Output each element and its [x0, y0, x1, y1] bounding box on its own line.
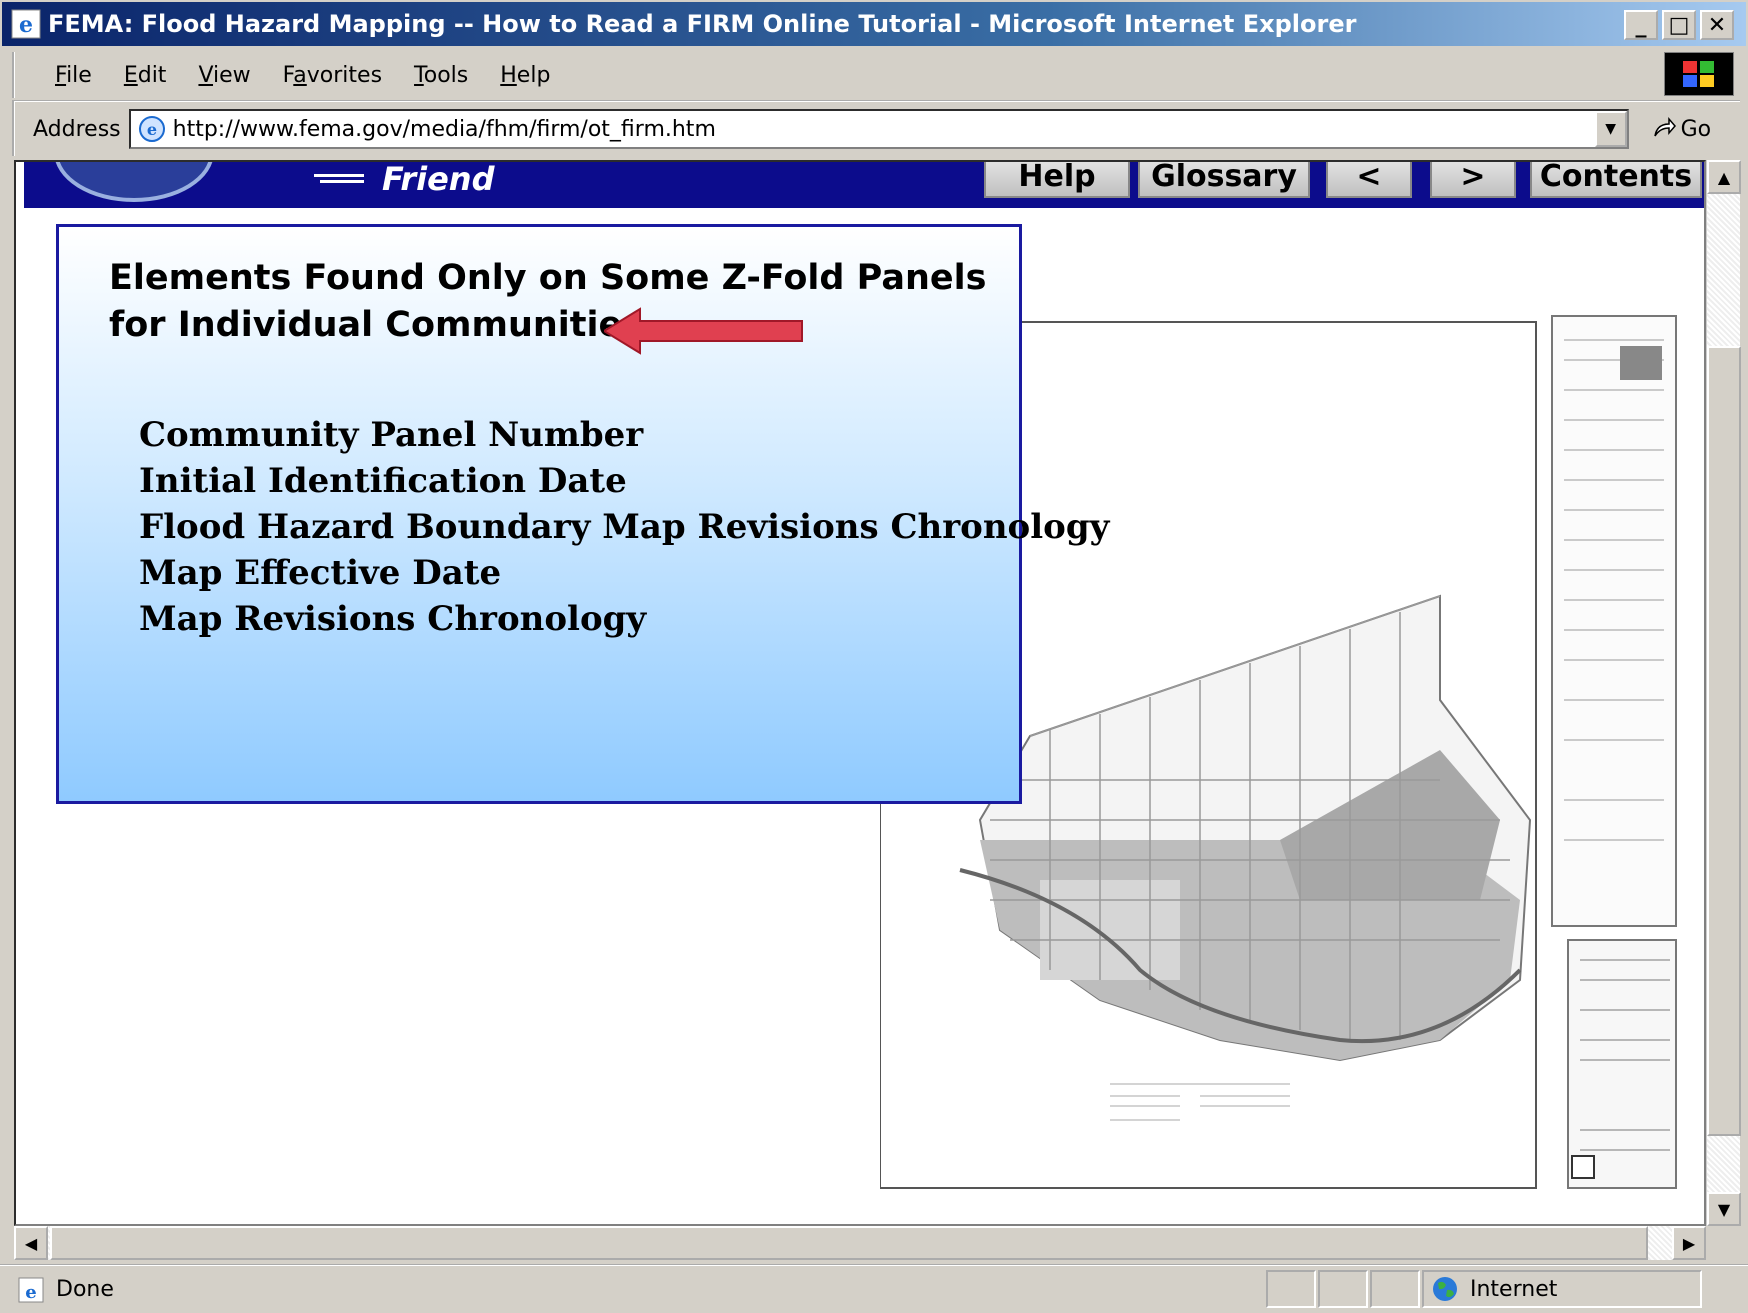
menu-tools[interactable]: Tools	[398, 63, 484, 88]
fema-seal-icon	[54, 162, 214, 202]
elements-list: Community Panel Number Initial Identific…	[139, 412, 1109, 642]
help-button[interactable]: Help	[984, 162, 1130, 198]
scroll-left-button[interactable]: ◀	[14, 1226, 48, 1260]
svg-text:e: e	[25, 1282, 36, 1303]
list-item: Map Effective Date	[139, 553, 502, 593]
previous-button[interactable]: <	[1326, 162, 1412, 198]
panel-title-line2: for Individual Communities	[109, 305, 644, 345]
page-viewport: Friend Help Glossary < > Contents Elemen…	[14, 160, 1706, 1226]
glossary-button[interactable]: Glossary	[1138, 162, 1310, 198]
vertical-scroll-thumb[interactable]	[1707, 346, 1741, 1136]
svg-text:e: e	[19, 12, 33, 38]
zone-label: Internet	[1470, 1276, 1558, 1302]
left-arrow-icon	[604, 307, 803, 355]
security-zone: Internet	[1430, 1270, 1557, 1308]
scroll-right-button[interactable]: ▶	[1672, 1226, 1706, 1260]
contents-button[interactable]: Contents	[1530, 162, 1702, 198]
address-url: http://www.fema.gov/media/fhm/firm/ot_fi…	[172, 116, 716, 142]
go-arrow-icon	[1653, 116, 1676, 137]
go-button[interactable]: Go	[1651, 116, 1712, 142]
maximize-button[interactable]: □	[1662, 10, 1696, 40]
address-bar: Address e http://www.fema.gov/media/fhm/…	[12, 100, 1740, 156]
info-panel: Elements Found Only on Some Z-Fold Panel…	[56, 224, 1109, 804]
scroll-down-button[interactable]: ▼	[1707, 1192, 1741, 1226]
tutorial-header: Friend Help Glossary < > Contents	[24, 162, 1704, 208]
horizontal-scroll-thumb[interactable]	[50, 1226, 1648, 1260]
window-title: FEMA: Flood Hazard Mapping -- How to Rea…	[48, 10, 1357, 38]
status-cell	[1370, 1270, 1420, 1308]
address-label: Address	[33, 116, 121, 142]
windows-logo-icon	[1664, 52, 1734, 96]
tell-friend-icon	[314, 174, 364, 183]
scroll-up-button[interactable]: ▲	[1707, 160, 1741, 194]
title-bar: e FEMA: Flood Hazard Mapping -- How to R…	[0, 0, 1748, 48]
go-label: Go	[1680, 116, 1712, 142]
status-text: Done	[56, 1277, 114, 1302]
list-item: Map Revisions Chronology	[139, 599, 647, 639]
horizontal-scrollbar[interactable]: ◀ ▶	[14, 1226, 1706, 1260]
menu-edit[interactable]: Edit	[108, 63, 183, 88]
menu-view[interactable]: View	[182, 63, 266, 88]
menu-favorites[interactable]: Favorites	[267, 63, 398, 88]
page-icon: e	[138, 116, 165, 142]
menu-bar: File Edit View Favorites Tools Help	[12, 52, 1652, 98]
globe-icon	[1433, 1277, 1457, 1301]
page-done-icon: e	[18, 1277, 44, 1303]
list-item: Community Panel Number	[139, 415, 644, 455]
svg-text:e: e	[147, 120, 157, 139]
list-item: Initial Identification Date	[139, 461, 627, 501]
vertical-scrollbar[interactable]: ▲ ▼	[1706, 160, 1741, 1226]
ie-icon: e	[11, 9, 41, 39]
next-button[interactable]: >	[1430, 162, 1516, 198]
tell-a-friend-link[interactable]: Friend	[382, 162, 494, 198]
close-button[interactable]: ✕	[1700, 10, 1734, 40]
panel-title: Elements Found Only on Some Z-Fold Panel…	[109, 255, 989, 349]
status-cell	[1318, 1270, 1368, 1308]
menu-file[interactable]: File	[39, 63, 108, 88]
menu-help[interactable]: Help	[484, 63, 566, 88]
minimize-button[interactable]: _	[1624, 10, 1658, 40]
status-cell	[1266, 1270, 1316, 1308]
address-input[interactable]: e http://www.fema.gov/media/fhm/firm/ot_…	[128, 109, 1629, 149]
address-dropdown-button[interactable]: ▼	[1594, 111, 1627, 147]
panel-title-line1: Elements Found Only on Some Z-Fold Panel…	[109, 258, 987, 298]
list-item: Flood Hazard Boundary Map Revisions Chro…	[139, 507, 1110, 547]
status-bar: e Done Internet	[0, 1264, 1748, 1313]
